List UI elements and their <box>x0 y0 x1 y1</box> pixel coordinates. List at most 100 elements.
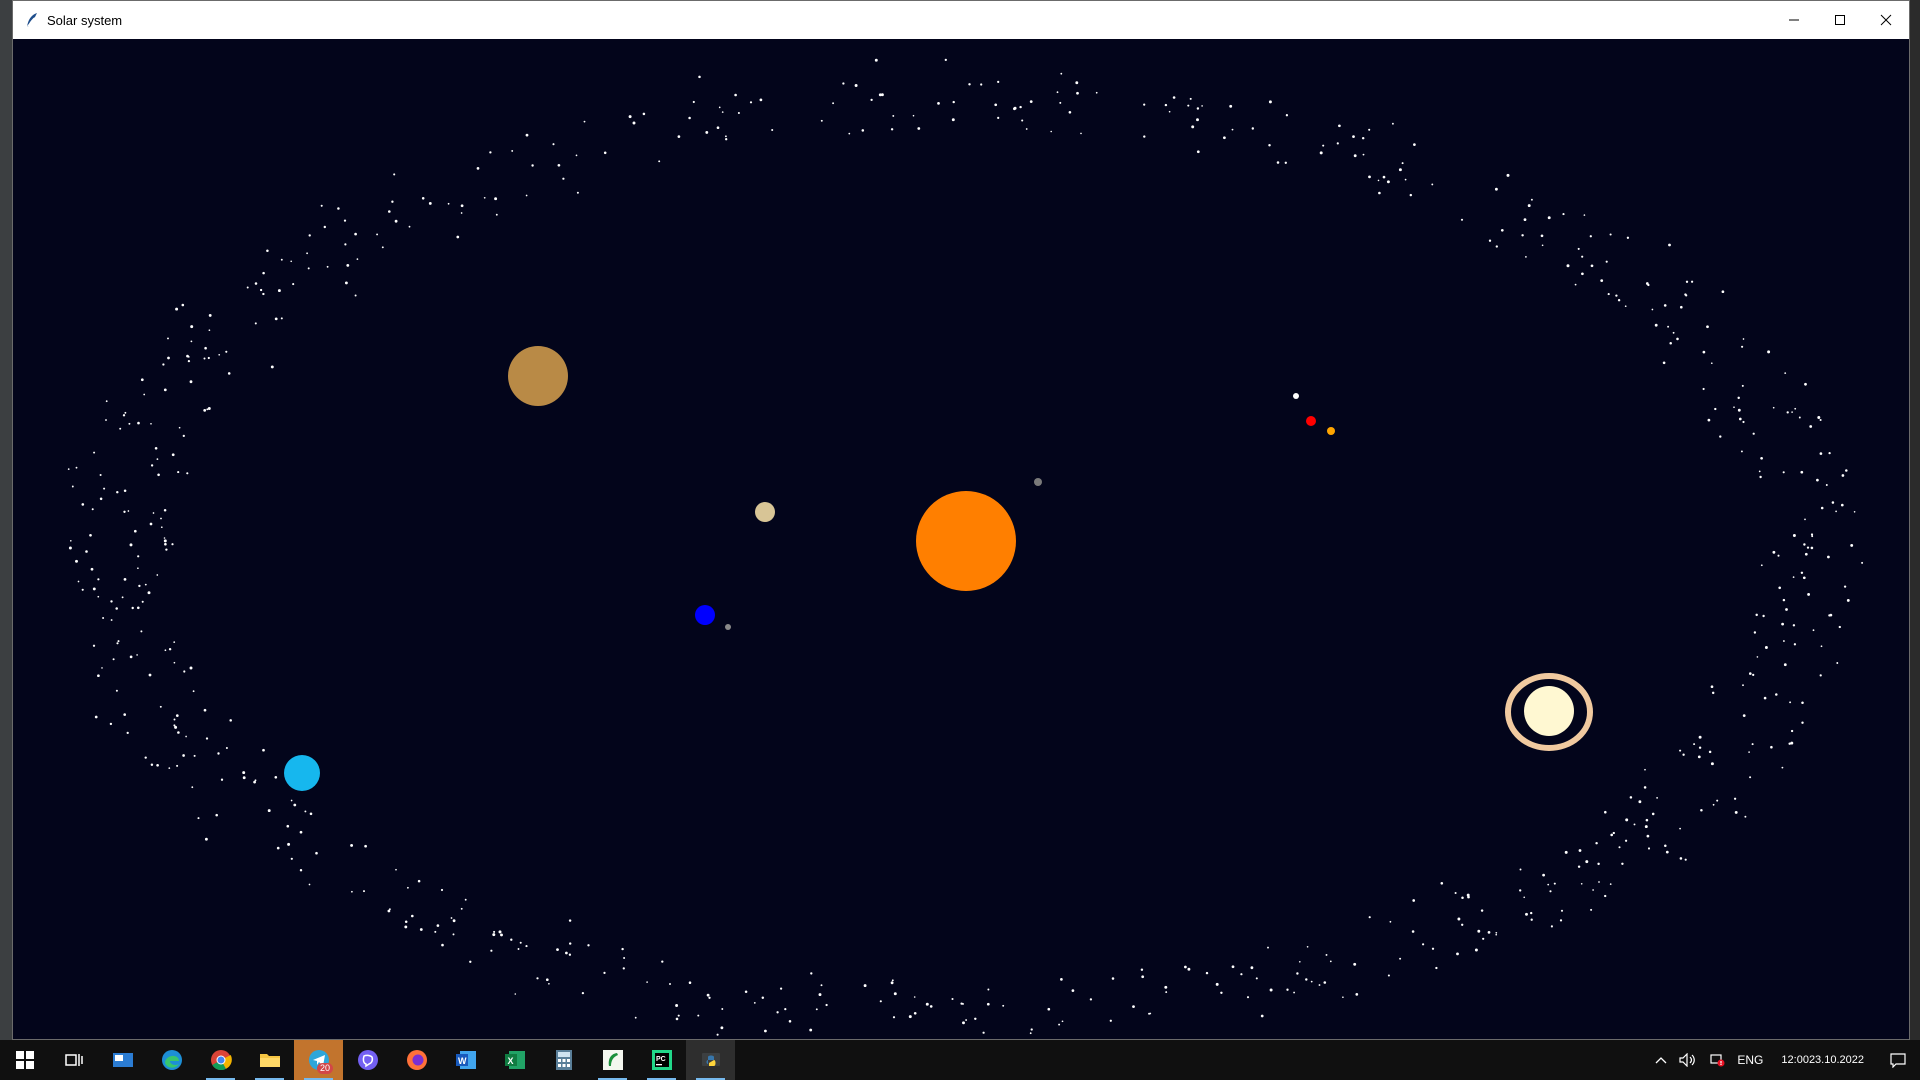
star <box>980 83 983 86</box>
star <box>1667 325 1670 328</box>
viber-button[interactable] <box>343 1040 392 1080</box>
star <box>764 1029 767 1033</box>
calculator-button[interactable] <box>539 1040 588 1080</box>
star <box>262 748 265 752</box>
file-explorer-button[interactable] <box>245 1040 294 1080</box>
star <box>1488 239 1492 242</box>
mail-button[interactable] <box>98 1040 147 1080</box>
word-button[interactable]: W <box>441 1040 490 1080</box>
star <box>1788 742 1791 745</box>
scene-svg <box>67 58 1864 1036</box>
star <box>1679 749 1682 752</box>
star <box>428 201 432 205</box>
star <box>1700 809 1703 812</box>
start-button[interactable] <box>0 1040 49 1080</box>
minimize-button[interactable] <box>1771 1 1817 39</box>
solar-system-canvas[interactable] <box>13 39 1909 1039</box>
star <box>1413 143 1416 146</box>
star <box>677 1014 680 1017</box>
star <box>581 991 585 995</box>
star <box>1089 998 1093 1001</box>
star <box>1615 294 1618 297</box>
star <box>351 890 353 893</box>
star <box>326 265 329 268</box>
star <box>658 160 661 163</box>
star <box>123 578 127 581</box>
star <box>1684 858 1687 861</box>
network-button[interactable] <box>1703 1053 1731 1067</box>
star <box>410 914 414 918</box>
star <box>1772 550 1776 554</box>
star <box>137 555 140 558</box>
star <box>308 234 311 237</box>
star <box>1325 953 1328 956</box>
star <box>404 925 408 929</box>
star <box>85 550 88 553</box>
pycharm-button[interactable]: PC <box>637 1040 686 1080</box>
star <box>1229 104 1233 108</box>
star <box>965 1019 968 1021</box>
star <box>1595 841 1598 845</box>
star <box>556 948 559 951</box>
telegram-button[interactable]: 20 <box>294 1040 343 1080</box>
star <box>1029 1032 1032 1035</box>
star <box>182 754 185 757</box>
star <box>1762 614 1765 618</box>
star <box>1764 646 1768 649</box>
star <box>344 281 348 285</box>
star <box>93 451 96 454</box>
uranus <box>284 755 320 791</box>
star <box>661 960 664 963</box>
star <box>1368 128 1371 131</box>
task-view-button[interactable] <box>49 1040 98 1080</box>
star <box>1196 107 1200 110</box>
maximize-button[interactable] <box>1817 1 1863 39</box>
star <box>337 207 340 210</box>
star <box>1578 849 1582 852</box>
star <box>89 533 92 537</box>
chrome-button[interactable] <box>196 1040 245 1080</box>
show-hidden-icons-button[interactable] <box>1649 1056 1673 1064</box>
star <box>1840 503 1844 507</box>
volume-button[interactable] <box>1673 1053 1703 1067</box>
star <box>1716 799 1719 802</box>
star <box>1738 417 1742 421</box>
star <box>1816 478 1819 482</box>
star <box>225 746 228 750</box>
star <box>1284 161 1287 164</box>
notifications-button[interactable] <box>1876 1052 1920 1068</box>
star <box>1457 917 1461 921</box>
star <box>1523 896 1526 899</box>
language-indicator[interactable]: ENG <box>1731 1053 1769 1067</box>
star <box>1196 118 1199 122</box>
star <box>1651 308 1654 311</box>
star <box>182 434 185 438</box>
star <box>141 600 144 603</box>
title-bar[interactable]: Solar system <box>13 1 1909 39</box>
excel-button[interactable]: X <box>490 1040 539 1080</box>
small-white-body <box>1293 393 1299 399</box>
python-button[interactable] <box>686 1040 735 1080</box>
star <box>304 810 307 813</box>
star <box>1685 280 1689 283</box>
firefox-button[interactable] <box>392 1040 441 1080</box>
star <box>154 446 158 450</box>
star <box>197 817 200 820</box>
clock[interactable]: 12:00 23.10.2022 <box>1769 1053 1876 1068</box>
star <box>646 981 648 983</box>
edge-button[interactable] <box>147 1040 196 1080</box>
app-green-button[interactable] <box>588 1040 637 1080</box>
star <box>408 225 411 228</box>
earth <box>695 605 715 625</box>
star <box>133 529 137 533</box>
star <box>164 542 167 546</box>
star <box>354 232 357 236</box>
close-button[interactable] <box>1863 1 1909 39</box>
star <box>109 722 113 726</box>
star <box>1625 818 1629 822</box>
star <box>315 851 318 855</box>
star <box>127 510 130 512</box>
star <box>126 731 129 735</box>
star <box>1267 946 1269 949</box>
star <box>952 100 955 104</box>
